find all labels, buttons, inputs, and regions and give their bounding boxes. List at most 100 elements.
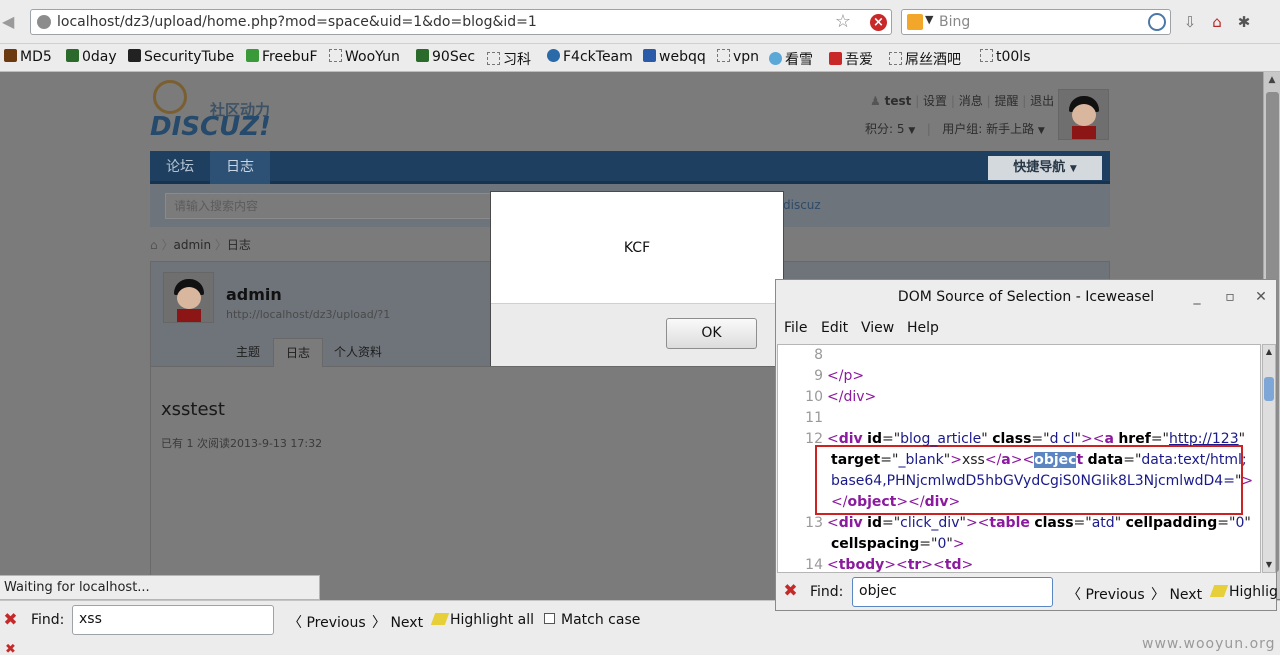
extension-icon[interactable]: ✱ — [1234, 13, 1254, 31]
profile-url[interactable]: http://localhost/dz3/upload/?1 — [226, 308, 390, 321]
close-icon[interactable]: ✖ — [2, 641, 19, 655]
back-icon[interactable]: ◀ — [2, 12, 24, 32]
discuz-logo[interactable]: 社区动力 DISCUZ! — [150, 80, 285, 144]
close-icon[interactable]: ✕ — [1250, 287, 1272, 307]
menu-edit[interactable]: Edit — [821, 320, 848, 336]
chevron-down-icon: ▼ — [1037, 126, 1045, 136]
user-credits: 积分: 5 ▼ | 用户组: 新手上路 ▼ — [865, 122, 1045, 136]
bookmark-star-icon[interactable]: ☆ — [835, 11, 851, 32]
code-line: base64,PHNjcmlwdD5hbGVydCgiS0NGIik8L3Njc… — [831, 473, 1254, 489]
code-text: td — [944, 557, 962, 573]
post-title: xsstest — [161, 399, 225, 420]
home-icon[interactable]: ⌂ — [1207, 13, 1227, 31]
bookmarks-toolbar: MD5 0day SecurityTube FreebuF WooYun 90S… — [0, 44, 1280, 72]
watermark: www.wooyun.org — [1142, 636, 1276, 652]
tab-forum[interactable]: 论坛 — [150, 151, 210, 184]
bookmark-freebuf[interactable]: FreebuF — [246, 49, 318, 65]
close-icon[interactable]: ✖ — [782, 583, 799, 600]
search-bar[interactable]: ▼ Bing — [901, 9, 1171, 35]
minimize-icon[interactable]: _ — [1186, 287, 1208, 307]
bookmark-vpn[interactable]: vpn — [717, 49, 759, 65]
username-link[interactable]: test — [885, 94, 912, 108]
code-text: </div> — [827, 389, 877, 405]
tab-profile-blog[interactable]: 日志 — [273, 338, 324, 368]
match-case-label: Match case — [561, 612, 641, 628]
breadcrumb-admin[interactable]: admin — [173, 238, 211, 252]
chevron-down-icon[interactable]: ▼ — [925, 13, 933, 26]
dom-find-input[interactable]: objec — [852, 577, 1053, 607]
bookmark-52pojie[interactable]: 吾爱 — [829, 49, 873, 69]
close-icon[interactable]: ✖ — [2, 612, 19, 629]
highlight-icon — [1209, 585, 1229, 597]
main-nav: 论坛 日志 — [150, 151, 1110, 184]
code-text: base64,PHNjcmlwdD5hbGVydCgiS0NGIik8L3Njc… — [831, 473, 1235, 489]
code-line: 13 <div id="click_div"><table class="atd"… — [778, 513, 1260, 534]
scroll-up-icon[interactable]: ▲ — [1264, 72, 1280, 89]
bookmark-diaosi[interactable]: 屌丝酒吧 — [889, 49, 961, 69]
search-placeholder: Bing — [939, 14, 971, 30]
bookmark-f4ckteam[interactable]: F4ckTeam — [547, 49, 633, 65]
menu-help[interactable]: Help — [907, 320, 939, 336]
scroll-up-icon[interactable]: ▲ — [1263, 346, 1275, 358]
tab-blog[interactable]: 日志 — [210, 151, 270, 184]
ok-button[interactable]: OK — [666, 318, 757, 349]
bookmark-t00ls[interactable]: t00ls — [980, 49, 1031, 65]
menu-file[interactable]: File — [784, 320, 807, 336]
bookmark-90sec[interactable]: 90Sec — [416, 49, 475, 65]
dom-find-previous-button[interactable]: 〈 Previous — [1067, 584, 1145, 604]
settings-link[interactable]: 设置 — [923, 94, 947, 108]
source-code-view[interactable]: 8 9 </p> 10 </div> 11 12 <div id="blog_arti… — [777, 344, 1261, 573]
home-icon[interactable]: ⌂ — [150, 238, 158, 252]
avatar[interactable] — [1058, 89, 1109, 140]
bookmark-kanxue[interactable]: 看雪 — [769, 49, 813, 69]
code-text: 0 — [937, 536, 947, 552]
site-search-input[interactable]: 请输入搜索内容 — [165, 193, 495, 219]
scroll-thumb[interactable] — [1264, 377, 1274, 401]
code-text: class — [992, 431, 1032, 447]
code-text: atd — [1091, 515, 1115, 531]
bookmark-0day[interactable]: 0day — [66, 49, 117, 65]
tab-profile-info[interactable]: 个人资料 — [322, 338, 394, 368]
credits-link[interactable]: 积分: 5 — [865, 122, 905, 136]
dom-highlight-button[interactable]: Highlig — [1209, 584, 1278, 600]
dom-source-window: DOM Source of Selection - Iceweasel _ ▫ … — [775, 279, 1278, 611]
bookmark-wooyun[interactable]: WooYun — [329, 49, 400, 65]
url-bar[interactable]: localhost/dz3/upload/home.php?mod=space&… — [30, 9, 892, 35]
highlight-all-button[interactable]: Highlight all — [430, 612, 534, 628]
bookmark-icon — [717, 49, 730, 62]
admin-avatar[interactable] — [163, 272, 214, 323]
find-input[interactable]: xss — [72, 605, 274, 635]
notices-link[interactable]: 提醒 — [994, 94, 1018, 108]
stop-icon[interactable]: × — [870, 14, 887, 31]
code-line: target="_blank">xss</a><object data="dat… — [831, 452, 1247, 468]
code-scrollbar[interactable]: ▲ ▼ — [1262, 344, 1276, 573]
find-next-button[interactable]: 〉 Next — [372, 612, 423, 632]
scroll-down-icon[interactable]: ▼ — [1263, 559, 1275, 571]
bookmark-icon — [769, 52, 782, 65]
bookmark-md5[interactable]: MD5 — [4, 49, 52, 65]
bookmark-xike[interactable]: 习科 — [487, 49, 531, 69]
menu-view[interactable]: View — [861, 320, 894, 336]
bookmark-securitytube[interactable]: SecurityTube — [128, 49, 234, 65]
highlight-icon — [430, 613, 450, 625]
tab-threads[interactable]: 主题 — [224, 338, 272, 368]
profile-name[interactable]: admin — [226, 285, 282, 304]
quick-nav-button[interactable]: 快捷导航 ▼ — [988, 156, 1102, 180]
hot-keyword-link[interactable]: discuz — [783, 198, 821, 212]
match-case-checkbox[interactable]: Match case — [544, 612, 640, 628]
breadcrumb-blog[interactable]: 日志 — [227, 238, 251, 252]
find-previous-button[interactable]: 〈 Previous — [288, 612, 366, 632]
download-icon[interactable]: ⇩ — [1180, 13, 1200, 31]
messages-link[interactable]: 消息 — [959, 94, 983, 108]
post-meta: 已有 1 次阅读2013-9-13 17:32 — [161, 437, 323, 450]
usergroup-link[interactable]: 用户组: 新手上路 — [942, 122, 1034, 136]
bookmark-webqq[interactable]: webqq — [643, 49, 706, 65]
search-icon[interactable] — [1148, 13, 1166, 31]
code-link[interactable]: http://123 — [1169, 431, 1239, 447]
url-text[interactable]: localhost/dz3/upload/home.php?mod=space&… — [57, 14, 537, 30]
dom-find-next-button[interactable]: 〉 Next — [1151, 584, 1202, 604]
logout-link[interactable]: 退出 — [1030, 94, 1054, 108]
search-engine-icon[interactable] — [907, 14, 923, 30]
maximize-icon[interactable]: ▫ — [1219, 287, 1241, 307]
user-icon: ♟ — [870, 94, 881, 108]
